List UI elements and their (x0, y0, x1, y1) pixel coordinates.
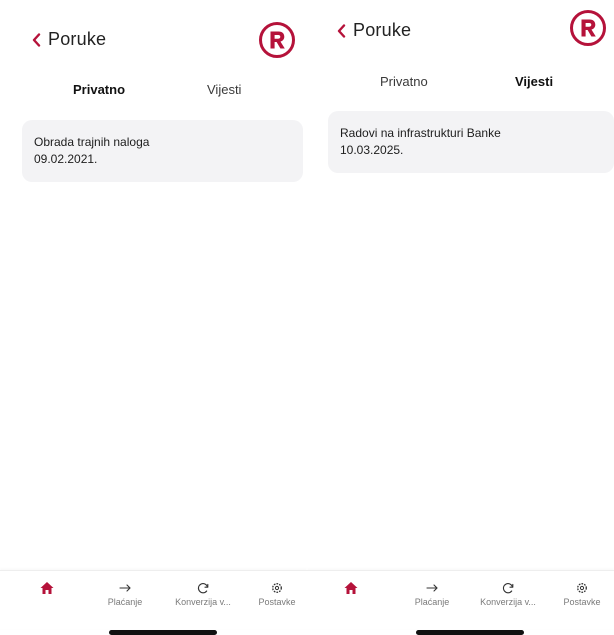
nav-placanje-label: Plaćanje (107, 597, 143, 607)
back-button[interactable]: Poruke (337, 20, 411, 41)
nav-konverzija[interactable]: Konverzija v... (471, 571, 545, 621)
header: Poruke (0, 0, 307, 80)
tab-bar: Privatno Vijesti (307, 74, 614, 94)
messages-screen-private: Poruke Privatno Vijesti Obrada trajnih n… (0, 0, 307, 635)
message-card[interactable]: Obrada trajnih naloga 09.02.2021. (22, 120, 303, 182)
page-title: Poruke (48, 29, 107, 49)
nav-postavke-label: Postavke (563, 597, 601, 607)
nav-postavke[interactable]: Postavke (240, 571, 307, 621)
gear-icon (272, 583, 282, 593)
nav-postavke-label: Postavke (258, 597, 296, 607)
bottom-nav: Plaćanje Konverzija v... Postavke (307, 570, 614, 629)
tab-vijesti[interactable]: Vijesti (207, 82, 241, 97)
gear-icon (577, 583, 587, 593)
nav-placanje-label: Plaćanje (414, 597, 450, 607)
nav-konverzija[interactable]: Konverzija v... (166, 571, 240, 621)
nav-home[interactable] (314, 571, 388, 621)
tab-privatno[interactable]: Privatno (73, 82, 125, 97)
page-title: Poruke (353, 20, 412, 40)
chevron-left-icon[interactable] (337, 23, 346, 38)
message-title: Obrada trajnih naloga (34, 135, 150, 149)
message-card[interactable]: Radovi na infrastrukturi Banke 10.03.202… (328, 111, 614, 173)
arrow-right-icon (119, 584, 131, 592)
r-logo-icon (570, 10, 606, 46)
home-icon (40, 582, 54, 594)
message-title: Radovi na infrastrukturi Banke (340, 126, 501, 140)
refresh-icon (502, 583, 514, 594)
nav-konverzija-label: Konverzija v... (480, 597, 536, 607)
nav-postavke[interactable]: Postavke (550, 571, 614, 621)
arrow-right-icon (426, 584, 438, 592)
home-icon (344, 582, 358, 594)
bottom-nav: Plaćanje Konverzija v... Postavke (0, 570, 307, 629)
messages-screen-news: Poruke Privatno Vijesti Radovi na infras… (307, 0, 614, 635)
back-button[interactable]: Poruke (32, 29, 106, 50)
refresh-icon (197, 583, 209, 594)
tab-privatno[interactable]: Privatno (380, 74, 428, 89)
nav-placanje[interactable]: Plaćanje (395, 571, 469, 621)
chevron-left-icon[interactable] (32, 32, 41, 47)
tab-vijesti[interactable]: Vijesti (515, 74, 553, 89)
header: Poruke (307, 0, 614, 80)
nav-home[interactable] (10, 571, 84, 621)
nav-konverzija-label: Konverzija v... (175, 597, 231, 607)
home-indicator (109, 630, 217, 635)
r-logo-icon (259, 22, 295, 58)
home-indicator (416, 630, 524, 635)
message-date: 10.03.2025. (340, 143, 404, 157)
nav-placanje[interactable]: Plaćanje (88, 571, 162, 621)
tab-bar: Privatno Vijesti (0, 82, 307, 102)
message-date: 09.02.2021. (34, 152, 98, 166)
